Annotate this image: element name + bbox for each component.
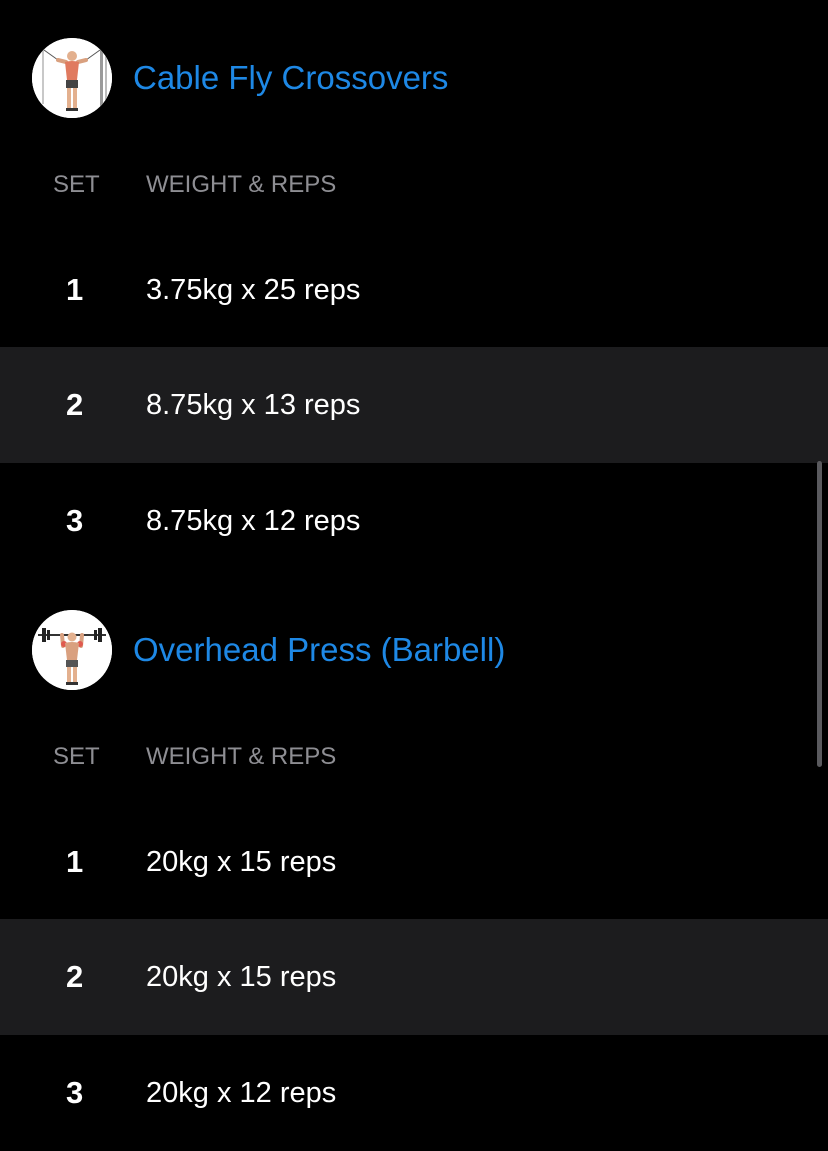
set-number: 2: [66, 959, 84, 994]
set-row[interactable]: 1 3.75kg x 25 reps: [0, 232, 828, 348]
set-number: 1: [66, 272, 84, 307]
set-weight-reps: 8.75kg x 13 reps: [146, 389, 361, 421]
set-row[interactable]: 3 8.75kg x 12 reps: [0, 463, 828, 579]
set-column-header: SET: [53, 171, 100, 198]
weight-reps-column-header: WEIGHT & REPS: [146, 743, 337, 770]
weight-reps-column-header: WEIGHT & REPS: [146, 171, 337, 198]
set-number: 1: [66, 844, 84, 879]
set-column-header: SET: [53, 743, 100, 770]
column-headers: SET WEIGHT & REPS: [0, 170, 828, 200]
exercise-title[interactable]: Cable Fly Crossovers: [133, 58, 448, 98]
exercise-header[interactable]: Cable Fly Crossovers: [0, 38, 828, 120]
set-row[interactable]: 2 8.75kg x 13 reps: [0, 347, 828, 463]
set-row[interactable]: 1 20kg x 15 reps: [0, 804, 828, 920]
column-headers: SET WEIGHT & REPS: [0, 742, 828, 772]
overhead-press-figure-icon[interactable]: [32, 610, 112, 690]
set-row[interactable]: 2 20kg x 15 reps: [0, 919, 828, 1035]
exercise-header[interactable]: Overhead Press (Barbell): [0, 610, 828, 692]
cable-fly-figure-icon[interactable]: [32, 38, 112, 118]
set-number: 2: [66, 387, 84, 422]
set-weight-reps: 20kg x 15 reps: [146, 961, 337, 993]
set-number: 3: [66, 1075, 84, 1110]
scrollbar[interactable]: [817, 461, 822, 767]
exercise-title[interactable]: Overhead Press (Barbell): [133, 630, 505, 670]
set-row[interactable]: 3 20kg x 12 reps: [0, 1035, 828, 1151]
set-weight-reps: 20kg x 12 reps: [146, 1077, 337, 1109]
set-weight-reps: 20kg x 15 reps: [146, 846, 337, 878]
set-number: 3: [66, 503, 84, 538]
set-weight-reps: 3.75kg x 25 reps: [146, 274, 361, 306]
set-weight-reps: 8.75kg x 12 reps: [146, 505, 361, 537]
